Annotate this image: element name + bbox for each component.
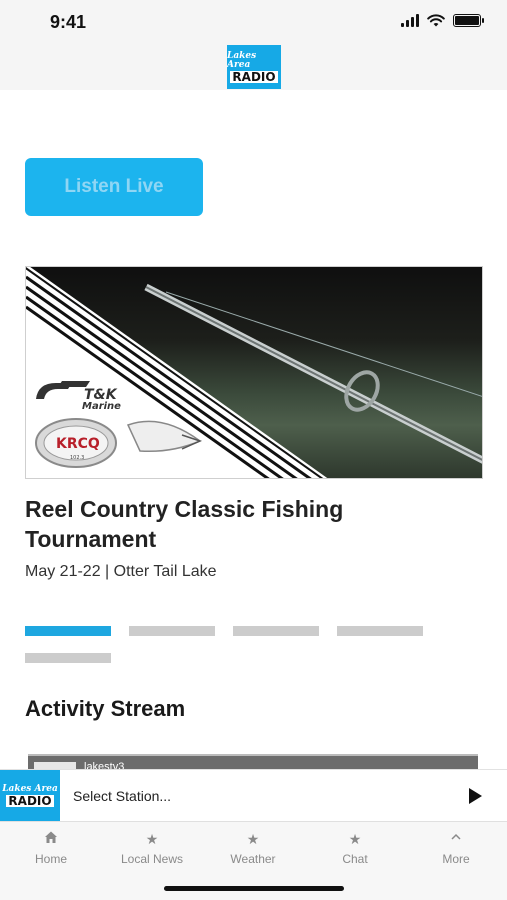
status-icons [401,14,484,27]
tab-label: Local News [120,852,184,866]
event-title[interactable]: Reel Country Classic Fishing Tournament [25,494,465,554]
select-station-label[interactable]: Select Station... [73,788,171,804]
tab-chat[interactable]: ★ Chat [310,830,400,866]
player-logo-top-text: Lakes Area [2,784,58,794]
activity-stream-heading: Activity Stream [25,696,186,721]
station-player-bar[interactable]: Lakes Area RADIO Select Station... [0,769,507,822]
star-icon: ★ [246,831,260,847]
player-logo-bottom-text: RADIO [6,794,54,808]
tab-label: Chat [342,852,368,866]
tab-label: More [442,852,470,866]
tab-more[interactable]: More [411,830,501,866]
battery-icon [453,14,484,27]
tab-label: Home [34,852,67,866]
app-header: Lakes Area RADIO [0,44,507,90]
logo-bottom-text: RADIO [230,69,278,84]
krcq-logo: KRCQ 102.3 [35,418,202,468]
event-subtitle: May 21-22 | Otter Tail Lake [25,563,217,580]
sponsor-logo: T&K Marine [36,381,121,411]
star-icon: ★ [145,831,159,847]
event-banner-image[interactable]: T&K Marine KRCQ 102.3 [25,266,483,479]
home-indicator[interactable] [164,886,344,891]
tab-local-news[interactable]: ★ Local News [107,830,197,866]
status-bar: 9:41 [0,0,507,44]
star-icon: ★ [348,831,362,847]
svg-text:Marine: Marine [82,401,121,411]
wifi-icon [427,14,445,27]
tab-home[interactable]: Home [6,830,96,866]
pager-dot[interactable] [25,653,111,663]
pager-dot[interactable] [337,626,423,636]
play-icon[interactable] [469,788,482,804]
chevron-up-icon [411,830,501,848]
station-logo[interactable]: Lakes Area RADIO [227,45,281,89]
tab-label: Weather [230,852,276,866]
tab-weather[interactable]: ★ Weather [208,830,298,866]
pager-dot[interactable] [233,626,319,636]
cellular-signal-icon [401,14,419,27]
svg-text:KRCQ: KRCQ [56,436,100,452]
svg-text:102.3: 102.3 [70,455,84,461]
player-station-logo: Lakes Area RADIO [0,770,60,822]
status-time: 9:41 [50,12,87,32]
home-icon [6,830,96,848]
pager-dot[interactable] [25,626,111,636]
logo-top-text: Lakes Area [227,50,257,70]
listen-live-button[interactable]: Listen Live [25,158,203,216]
pager-dot[interactable] [129,626,215,636]
